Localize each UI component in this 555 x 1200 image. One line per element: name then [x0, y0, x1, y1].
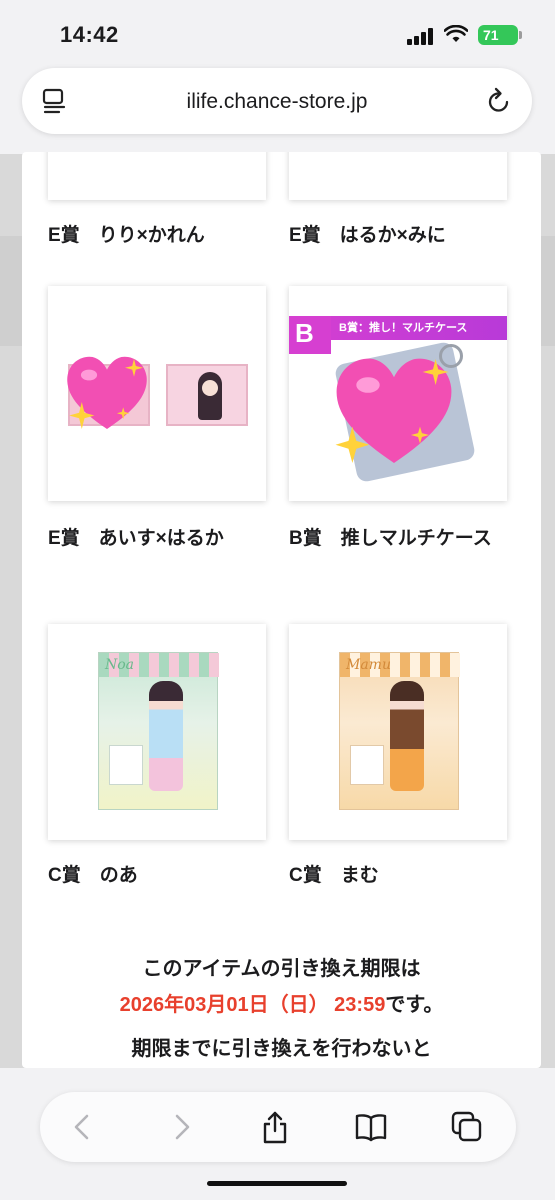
expiry-notice-line1: このアイテムの引き換え期限は [142, 958, 421, 980]
item-caption: B賞 推しマルチケース [289, 528, 492, 549]
character-figure [149, 681, 183, 791]
toolbar-pill [40, 1092, 516, 1162]
browser-address-area: ilife.chance-store.jp [0, 64, 555, 154]
back-icon[interactable] [66, 1110, 100, 1144]
item-image-oshi-multicase[interactable]: B B賞：推し！マルチケース [289, 286, 507, 501]
character-figure [390, 681, 424, 791]
expiry-suffix: です。 [385, 994, 444, 1016]
share-icon[interactable] [258, 1110, 292, 1144]
character-name: Mamu [346, 657, 391, 673]
address-bar[interactable]: ilife.chance-store.jp [22, 68, 532, 134]
item-caption: E賞 りり×かれん [48, 225, 205, 246]
sparkling-heart-icon [67, 356, 147, 429]
sparkling-heart-icon [335, 358, 452, 463]
acrylic-stand-mamu: Mamu [339, 652, 460, 810]
bookmarks-icon[interactable] [354, 1110, 388, 1144]
cellular-signal-icon [407, 27, 435, 45]
item-caption: C賞 のあ [48, 865, 138, 886]
expiry-notice-line2: 2026年03月01日（日） 23:59です。 [22, 988, 541, 1022]
item-list-modal: E賞 りり×かれん E賞 はるか×みに B B賞：推し！マルチケース E賞 あい… [22, 152, 541, 1068]
url-text[interactable]: ilife.chance-store.jp [22, 90, 532, 114]
home-indicator [207, 1181, 347, 1186]
stand-base [109, 745, 143, 785]
battery-level: 71 [483, 27, 499, 43]
stand-base [350, 745, 384, 785]
item-image-noa-acrylic-stand[interactable]: Noa [48, 624, 266, 840]
forward-icon[interactable] [164, 1110, 198, 1144]
photo-face [202, 380, 218, 396]
status-bar: 14:42 71 [0, 0, 555, 64]
item-caption: E賞 はるか×みに [289, 225, 446, 246]
status-time: 14:42 [60, 22, 119, 47]
expiry-notice-line3: 期限までに引き換えを行わないと [131, 1038, 432, 1060]
item-caption: C賞 まむ [289, 865, 379, 886]
wifi-icon [444, 25, 468, 42]
item-caption: E賞 あいす×はるか [48, 528, 224, 549]
tabs-icon[interactable] [450, 1110, 484, 1144]
item-image-haruka-mini[interactable] [289, 152, 507, 200]
item-image-aisu-haruka[interactable] [48, 286, 266, 501]
character-name: Noa [105, 657, 135, 673]
battery-icon: 71 [478, 25, 522, 45]
b-badge-letter: B [295, 318, 314, 348]
acrylic-stand-noa: Noa [98, 652, 219, 810]
photo-card-right [166, 364, 248, 426]
reload-icon[interactable] [486, 87, 512, 115]
expiry-deadline: 2026年03月01日（日） 23:59 [119, 994, 386, 1016]
item-image-mamu-acrylic-stand[interactable]: Mamu [289, 624, 507, 840]
item-image-riri-karen[interactable] [48, 152, 266, 200]
banner-text: B賞：推し！マルチケース [339, 322, 468, 334]
